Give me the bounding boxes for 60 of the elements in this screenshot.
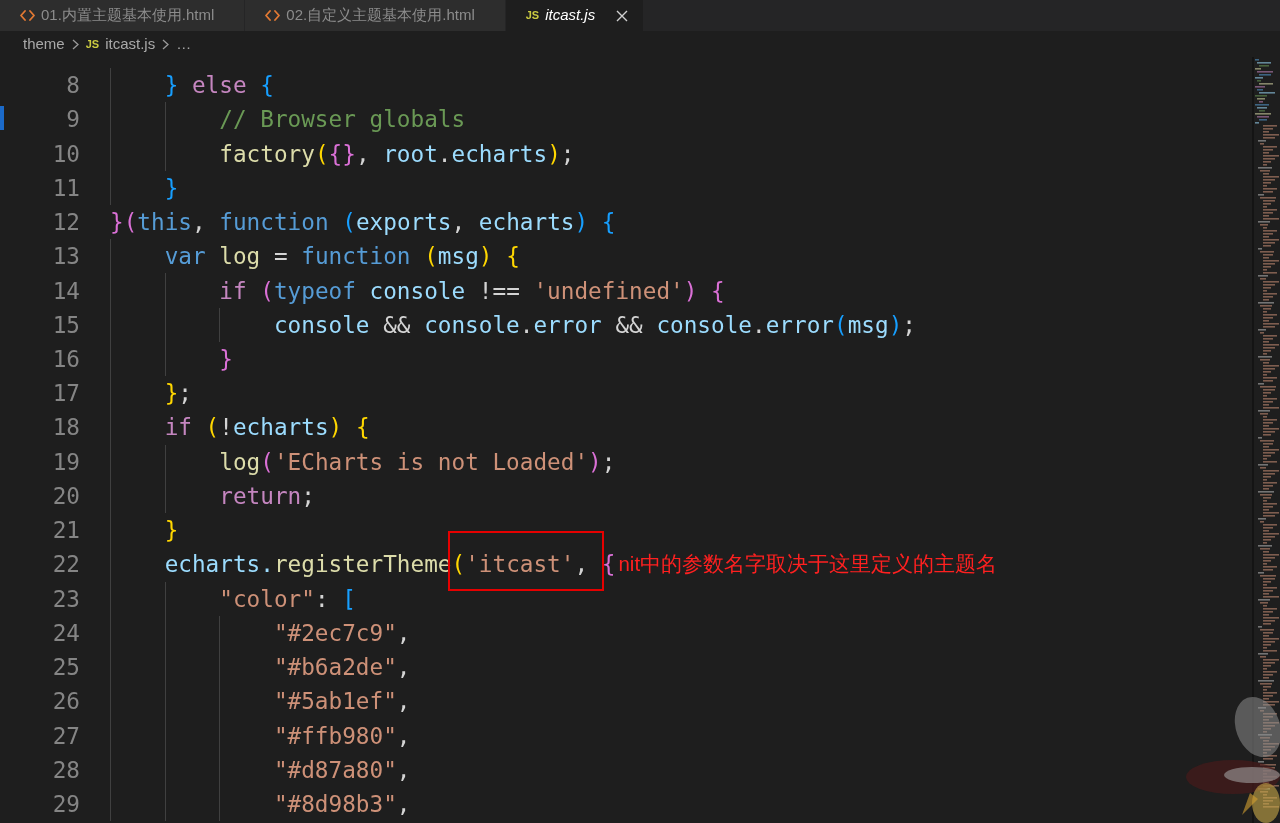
line-number: 28 (51, 755, 80, 785)
code-line: console && console.error && console.error(msg); (273, 310, 916, 340)
breadcrumb-item[interactable]: theme (23, 32, 65, 56)
code-line: } (164, 516, 179, 546)
line-number: 23 (51, 584, 80, 614)
line-number: 13 (51, 242, 80, 272)
line-number: 22 (51, 550, 80, 580)
code-line: if (typeof console !== 'undefined') { (219, 276, 725, 306)
code-line: } (219, 344, 233, 374)
highlighted-code: ('itcast', (448, 531, 604, 592)
breadcrumb-item[interactable]: … (176, 32, 192, 56)
edge-marker (0, 106, 4, 130)
line-number: 12 (51, 208, 80, 238)
line-number: 25 (51, 653, 80, 683)
line-number: 11 (51, 173, 80, 203)
js-file-icon: JS (525, 10, 540, 21)
line-number: 24 (51, 618, 80, 648)
editor-tab[interactable]: 02.自定义主题基本使用.html (245, 0, 506, 31)
close-icon (616, 9, 629, 22)
code-line: }; (164, 379, 192, 409)
code-brackets-icon (20, 10, 35, 21)
code-line: return; (219, 481, 315, 511)
code-line: "color": [ (219, 584, 356, 614)
line-number: 18 (51, 413, 80, 443)
js-file-icon: JS (85, 38, 100, 50)
code-line: var log = function (msg) { (164, 242, 520, 272)
code-line: "#8d98b3", (273, 790, 411, 819)
line-number: 29 (51, 790, 80, 819)
chevron-right-icon (162, 38, 170, 50)
chevron-right-icon (71, 38, 79, 50)
code-line: "#ffb980", (273, 721, 411, 751)
code-line: factory({}, root.echarts); (219, 139, 575, 169)
code-line: // Browser globals (219, 105, 466, 135)
line-number: 19 (51, 447, 80, 477)
line-number: 14 (51, 276, 80, 306)
code-brackets-icon (265, 10, 281, 21)
code-line: log('ECharts is not Loaded'); (219, 447, 616, 477)
code-line: }(this, function (exports, echarts) { (110, 208, 616, 238)
code-line: { (601, 550, 616, 580)
code-line: if (!echarts) { (164, 413, 370, 443)
editor-tab[interactable]: 01.内置主题基本使用.html (0, 0, 246, 31)
code-line: "#5ab1ef", (273, 687, 411, 717)
line-number: 10 (51, 139, 80, 169)
line-number: 21 (51, 516, 80, 546)
editor-tab[interactable]: JS itcast.js (505, 0, 645, 31)
line-number: 16 (51, 344, 80, 374)
line-number: 8 (65, 71, 80, 101)
code-line: "#d87a80", (273, 755, 411, 785)
line-number: 17 (51, 379, 80, 409)
line-number: 27 (51, 721, 80, 751)
line-number: 20 (51, 481, 80, 511)
line-number: 15 (51, 310, 80, 340)
line-number: 9 (65, 105, 80, 135)
code-line: } (164, 173, 179, 203)
breadcrumb-item[interactable]: JS itcast.js (85, 32, 156, 56)
annotation-text: nit中的参数名字取决于这里定义的主题名 (618, 551, 998, 577)
code-line: "#2ec7c9", (273, 618, 411, 648)
code-line: } else { (164, 71, 274, 101)
code-line: "#b6a2de", (273, 653, 411, 683)
line-number: 26 (51, 687, 80, 717)
